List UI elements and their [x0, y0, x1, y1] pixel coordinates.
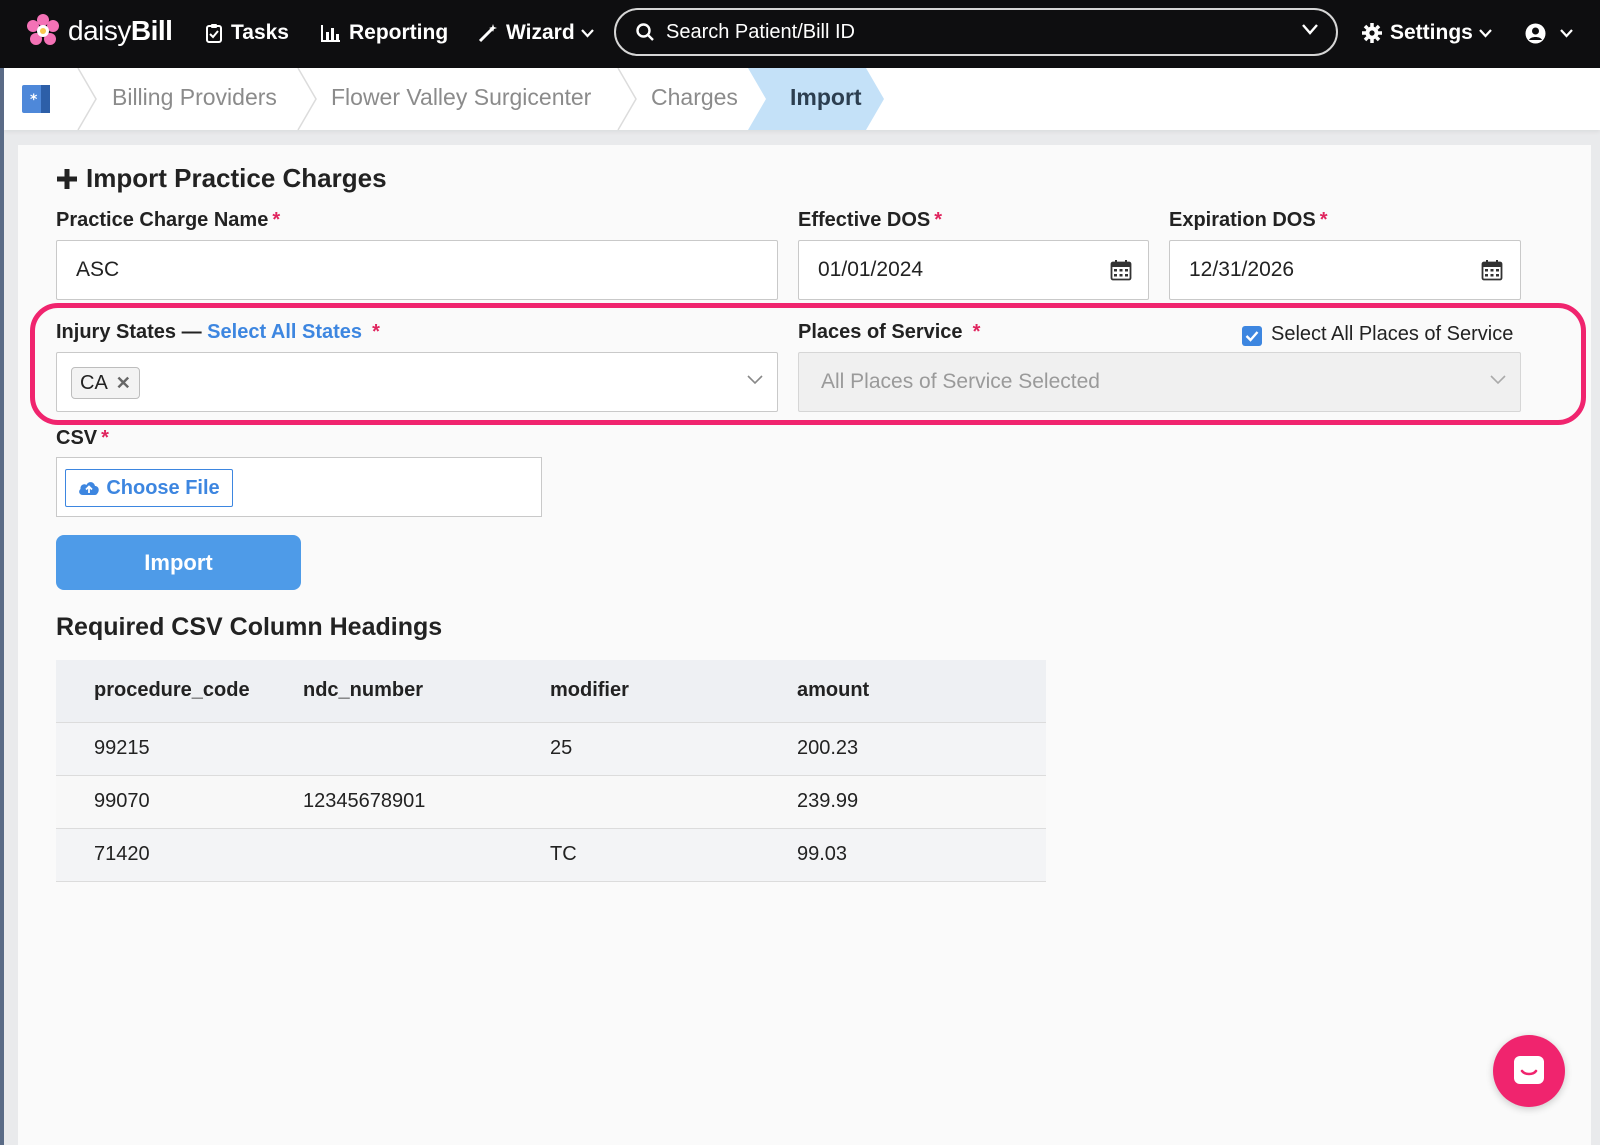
breadcrumb-charges[interactable]: Charges	[651, 84, 738, 111]
nav-reporting-label: Reporting	[349, 21, 449, 44]
csv-headings-title: Required CSV Column Headings	[56, 613, 443, 641]
table-cell	[265, 722, 512, 776]
nav-tasks-label: Tasks	[231, 21, 289, 44]
nav-wizard[interactable]: Wizard	[478, 18, 594, 48]
effective-dos-input[interactable]	[798, 240, 1149, 300]
table-cell: 99215	[56, 722, 265, 776]
table-cell: 12345678901	[265, 775, 512, 829]
state-tag-label: CA	[80, 371, 108, 394]
state-tag: CA ✕	[71, 367, 140, 399]
expiration-dos-label: Expiration DOS *	[1169, 209, 1328, 231]
user-circle-icon	[1525, 23, 1546, 43]
expiration-dos-input[interactable]	[1169, 240, 1521, 300]
bar-chart-icon	[321, 25, 340, 42]
brand-name: daisyBill	[68, 15, 173, 46]
calendar-icon[interactable]	[1481, 259, 1503, 281]
table-cell: 239.99	[759, 775, 1046, 829]
nav-settings[interactable]: Settings	[1362, 18, 1492, 48]
chevron-down-icon	[580, 28, 594, 38]
chevron-down-icon	[1479, 28, 1492, 38]
nav-wizard-label: Wizard	[506, 21, 575, 44]
import-charges-card: Import Practice Charges Practice Charge …	[18, 145, 1591, 1145]
table-cell: 99070	[56, 775, 265, 829]
remove-tag-icon[interactable]: ✕	[116, 373, 131, 394]
search-icon	[636, 23, 654, 41]
csv-headings-table: procedure_code ndc_number modifier amoun…	[56, 660, 1046, 882]
select-all-pos-checkbox[interactable]	[1242, 326, 1262, 346]
top-nav: daisyBill Tasks Reporting Wizard Setting…	[0, 0, 1600, 68]
page-title: Import Practice Charges	[56, 163, 387, 194]
chevron-down-icon	[1490, 375, 1506, 385]
gear-icon	[1362, 23, 1382, 43]
csv-file-field: Choose File	[56, 457, 542, 517]
chevron-down-icon	[747, 375, 763, 385]
places-of-service-label: Places of Service *	[798, 321, 981, 343]
table-cell: 71420	[56, 828, 265, 882]
table-cell: 200.23	[759, 722, 1046, 776]
col-ndc-number: ndc_number	[265, 660, 512, 723]
breadcrumb: * Billing Providers Flower Valley Surgic…	[4, 68, 1600, 130]
charge-name-input[interactable]	[56, 240, 778, 300]
plus-icon	[57, 168, 77, 189]
clipboard-icon	[206, 24, 222, 43]
injury-states-select[interactable]: CA ✕	[56, 352, 778, 412]
nav-reporting[interactable]: Reporting	[321, 18, 448, 48]
chat-icon	[1514, 1056, 1544, 1084]
pos-placeholder: All Places of Service Selected	[821, 370, 1100, 393]
magic-wand-icon	[478, 24, 497, 43]
col-procedure-code: procedure_code	[56, 660, 265, 723]
window-edge	[0, 68, 4, 1145]
search-input[interactable]	[666, 20, 1286, 44]
table-header-row: procedure_code ndc_number modifier amoun…	[56, 660, 1046, 723]
breadcrumb-billing-providers[interactable]: Billing Providers	[112, 84, 277, 111]
effective-dos-label: Effective DOS *	[798, 209, 943, 231]
select-all-pos-label[interactable]: Select All Places of Service	[1271, 323, 1513, 346]
table-row: 99215 25 200.23	[56, 722, 1046, 776]
import-button[interactable]: Import	[56, 535, 301, 590]
check-icon	[1245, 331, 1259, 342]
csv-label: CSV *	[56, 427, 109, 449]
breadcrumb-provider[interactable]: Flower Valley Surgicenter	[331, 84, 591, 111]
table-cell	[265, 828, 512, 882]
table-row: 71420 TC 99.03	[56, 828, 1046, 882]
choose-file-label: Choose File	[106, 476, 220, 499]
col-modifier: modifier	[512, 660, 759, 723]
chat-launcher-button[interactable]	[1493, 1035, 1565, 1107]
nav-tasks[interactable]: Tasks	[205, 18, 289, 48]
daisy-logo-icon	[27, 14, 59, 45]
table-cell: TC	[512, 828, 759, 882]
calendar-icon[interactable]	[1110, 259, 1132, 281]
choose-file-button[interactable]: Choose File	[65, 469, 233, 507]
charge-name-label: Practice Charge Name *	[56, 209, 281, 231]
breadcrumb-separator	[77, 68, 97, 130]
table-row: 99070 12345678901 239.99	[56, 775, 1046, 829]
breadcrumb-separator	[617, 68, 637, 130]
page-title-text: Import Practice Charges	[86, 163, 387, 193]
injury-states-label: Injury States — Select All States *	[56, 321, 380, 343]
svg-text:*: *	[30, 92, 38, 108]
col-amount: amount	[759, 660, 1046, 723]
brand-logo[interactable]: daisyBill	[26, 14, 173, 48]
breadcrumb-import: Import	[790, 84, 862, 110]
places-of-service-select: All Places of Service Selected	[798, 352, 1521, 412]
cloud-upload-icon	[79, 482, 100, 495]
user-menu[interactable]	[1525, 18, 1573, 48]
select-all-states-link[interactable]: Select All States	[207, 321, 362, 343]
table-cell: 99.03	[759, 828, 1046, 882]
breadcrumb-separator	[297, 68, 317, 130]
table-cell: 25	[512, 722, 759, 776]
nav-settings-label: Settings	[1390, 21, 1473, 44]
chevron-down-icon	[1560, 28, 1573, 38]
search-bar[interactable]	[614, 8, 1338, 56]
chevron-down-icon[interactable]	[1302, 24, 1318, 35]
table-cell	[512, 775, 759, 829]
home-icon[interactable]: *	[21, 84, 51, 114]
